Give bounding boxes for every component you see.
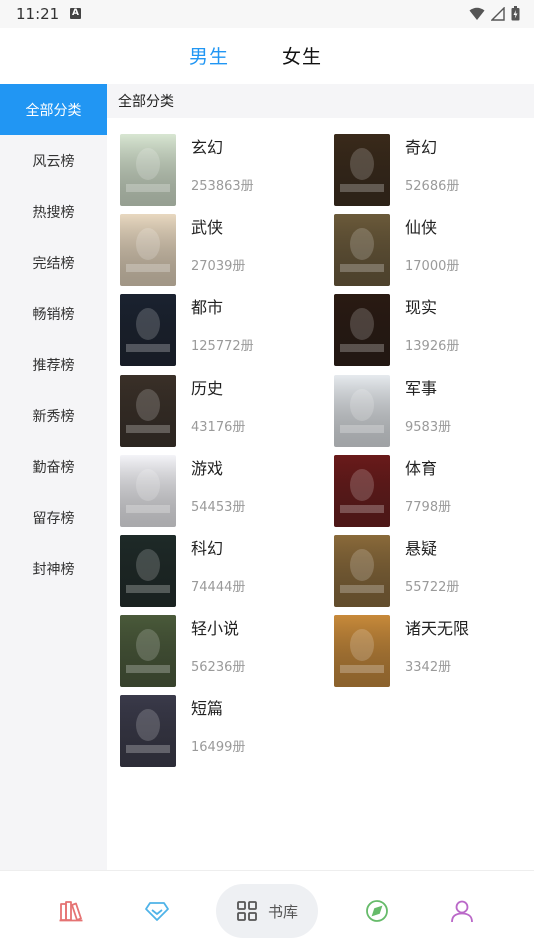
nav-library-button[interactable]: 书库 xyxy=(216,884,318,938)
category-book-count: 16499册 xyxy=(191,740,246,755)
category-item[interactable]: 体育 7798册 xyxy=(334,455,534,527)
tab-female[interactable]: 女生 xyxy=(282,42,322,69)
category-name: 游戏 xyxy=(191,459,224,478)
book-cover-image xyxy=(334,455,390,527)
category-book-count: 54453册 xyxy=(191,500,246,515)
category-item[interactable]: 游戏 54453册 xyxy=(120,455,320,527)
category-name: 都市 xyxy=(191,298,224,317)
book-cover-image xyxy=(120,535,176,607)
book-cover-image xyxy=(120,375,176,447)
book-cover-image xyxy=(334,134,390,206)
sidebar-item-hall-of-fame[interactable]: 封神榜 xyxy=(0,543,107,594)
section-title: 全部分类 xyxy=(107,84,534,118)
book-cover-image xyxy=(120,615,176,687)
category-book-count: 17000册 xyxy=(405,259,460,274)
book-cover-image xyxy=(120,455,176,527)
category-panel: 全部分类 玄幻 253863册 奇幻 52686册武侠 27039册 仙侠 17000册都市… xyxy=(107,84,534,870)
gender-tabs: 男生 女生 xyxy=(0,28,534,84)
sidebar-item-completed[interactable]: 完结榜 xyxy=(0,237,107,288)
wifi-icon xyxy=(469,7,485,20)
category-item[interactable]: 都市 125772册 xyxy=(120,294,320,366)
category-book-count: 55722册 xyxy=(405,580,460,595)
system-icons xyxy=(469,6,520,21)
category-item[interactable]: 玄幻 253863册 xyxy=(120,134,320,206)
category-name: 悬疑 xyxy=(405,539,438,558)
category-name: 军事 xyxy=(405,379,438,398)
category-name: 短篇 xyxy=(191,699,224,718)
category-item[interactable]: 现实 13926册 xyxy=(334,294,534,366)
notification-icon: A xyxy=(70,8,81,19)
book-cover-image xyxy=(334,535,390,607)
sidebar-item-diligent[interactable]: 勤奋榜 xyxy=(0,441,107,492)
category-name: 玄幻 xyxy=(191,138,224,157)
book-cover-image xyxy=(334,214,390,286)
user-icon[interactable] xyxy=(449,898,475,924)
tab-male[interactable]: 男生 xyxy=(189,42,229,69)
category-name: 体育 xyxy=(405,459,438,478)
book-cover-image xyxy=(120,294,176,366)
signal-icon xyxy=(491,6,505,21)
category-book-count: 56236册 xyxy=(191,660,246,675)
category-name: 现实 xyxy=(405,298,438,317)
diamond-icon[interactable] xyxy=(144,898,170,924)
category-book-count: 74444册 xyxy=(191,580,246,595)
category-book-count: 52686册 xyxy=(405,179,460,194)
category-item[interactable]: 短篇 16499册 xyxy=(120,695,320,767)
category-item[interactable]: 武侠 27039册 xyxy=(120,214,320,286)
sidebar-item-hot-search[interactable]: 热搜榜 xyxy=(0,186,107,237)
category-item[interactable]: 轻小说 56236册 xyxy=(120,615,320,687)
sidebar-item-bestseller[interactable]: 畅销榜 xyxy=(0,288,107,339)
books-icon[interactable] xyxy=(58,898,84,924)
book-cover-image xyxy=(120,695,176,767)
book-cover-image xyxy=(334,615,390,687)
sidebar-item-retention[interactable]: 留存榜 xyxy=(0,492,107,543)
ranking-sidebar: 全部分类 风云榜 热搜榜 完结榜 畅销榜 推荐榜 新秀榜 勤奋榜 留存榜 封神榜 xyxy=(0,84,107,870)
category-name: 科幻 xyxy=(191,539,224,558)
category-book-count: 253863册 xyxy=(191,179,254,194)
category-item[interactable]: 悬疑 55722册 xyxy=(334,535,534,607)
category-item[interactable]: 诸天无限 3342册 xyxy=(334,615,534,687)
nav-library-label: 书库 xyxy=(267,902,298,921)
sidebar-item-newcomer[interactable]: 新秀榜 xyxy=(0,390,107,441)
battery-icon xyxy=(511,6,520,21)
category-name: 奇幻 xyxy=(405,138,438,157)
book-cover-image xyxy=(120,134,176,206)
book-cover-image xyxy=(334,294,390,366)
bottom-nav: 书库 xyxy=(0,870,534,951)
category-name: 诸天无限 xyxy=(405,619,470,638)
category-book-count: 9583册 xyxy=(405,420,452,435)
status-bar: 11:21 A xyxy=(0,0,534,28)
category-name: 轻小说 xyxy=(191,619,240,638)
category-book-count: 43176册 xyxy=(191,420,246,435)
status-time: 11:21 xyxy=(16,5,60,23)
sidebar-item-all-categories[interactable]: 全部分类 xyxy=(0,84,107,135)
category-item[interactable]: 军事 9583册 xyxy=(334,375,534,447)
category-item[interactable]: 历史 43176册 xyxy=(120,375,320,447)
category-name: 仙侠 xyxy=(405,218,438,237)
category-book-count: 125772册 xyxy=(191,339,254,354)
grid-icon xyxy=(237,901,257,921)
sidebar-item-fengyun[interactable]: 风云榜 xyxy=(0,135,107,186)
category-book-count: 7798册 xyxy=(405,500,452,515)
compass-icon[interactable] xyxy=(364,898,390,924)
book-cover-image xyxy=(120,214,176,286)
category-name: 历史 xyxy=(191,379,224,398)
book-cover-image xyxy=(334,375,390,447)
category-book-count: 13926册 xyxy=(405,339,460,354)
category-item[interactable]: 仙侠 17000册 xyxy=(334,214,534,286)
category-book-count: 3342册 xyxy=(405,660,452,675)
category-item[interactable]: 奇幻 52686册 xyxy=(334,134,534,206)
sidebar-item-recommended[interactable]: 推荐榜 xyxy=(0,339,107,390)
category-item[interactable]: 科幻 74444册 xyxy=(120,535,320,607)
category-name: 武侠 xyxy=(191,218,224,237)
category-book-count: 27039册 xyxy=(191,259,246,274)
